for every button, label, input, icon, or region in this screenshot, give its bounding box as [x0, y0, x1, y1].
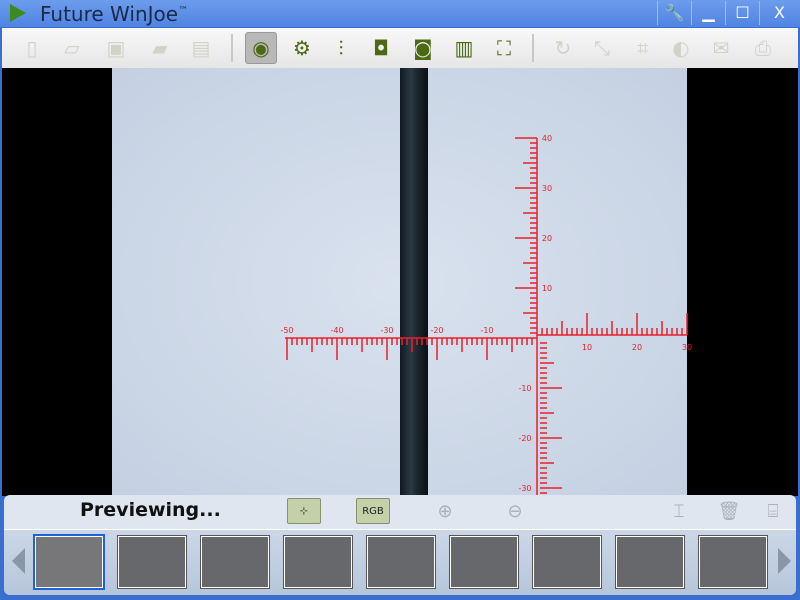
- rotate-icon: ↻: [554, 36, 572, 60]
- contrast-button[interactable]: ◐: [665, 32, 697, 64]
- webcam-button[interactable]: ◉: [245, 32, 277, 64]
- compare-button[interactable]: ⌶: [662, 498, 696, 524]
- crop-icon: ⌗: [637, 36, 649, 60]
- window-title: Future WinJoe™: [40, 2, 188, 26]
- burst-camera-button[interactable]: ◙: [407, 32, 439, 64]
- trademark: ™: [178, 5, 189, 17]
- fullscreen-icon: ⛶: [497, 36, 511, 60]
- zoom-in-button[interactable]: ⊕: [428, 498, 462, 524]
- email-button[interactable]: ✉: [705, 32, 737, 64]
- contrast-icon: ◐: [672, 36, 690, 60]
- camera-icon: ◘: [373, 36, 389, 60]
- reticle-label: -50: [280, 326, 293, 335]
- delete-all-icon: ⌸: [767, 500, 779, 522]
- title-text: Future WinJoe: [40, 2, 179, 26]
- sliders-icon: ⫶: [338, 36, 344, 60]
- crop-button[interactable]: ⌗: [627, 32, 659, 64]
- save-as-icon: ▣: [106, 36, 126, 60]
- reticle-toggle-icon: ⊹: [299, 505, 309, 517]
- webcam-icon: ◉: [252, 36, 270, 60]
- copy-button[interactable]: ▱: [56, 32, 88, 64]
- reticle-label: -10: [480, 326, 493, 335]
- reticle-label: 40: [542, 134, 552, 143]
- save-button[interactable]: ▤: [185, 32, 217, 64]
- thumbnail-strip: [4, 529, 796, 595]
- burst-camera-icon: ◙: [413, 36, 433, 60]
- wrench-icon: 🔧: [664, 3, 685, 22]
- sliders-button[interactable]: ⫶: [325, 32, 357, 64]
- video-icon: ▥: [454, 36, 474, 60]
- open-folder-icon: ▰: [152, 36, 168, 60]
- thumbnail[interactable]: [117, 535, 187, 589]
- status-text: Previewing...: [80, 499, 221, 521]
- reticle-label: -30: [518, 484, 531, 493]
- email-icon: ✉: [712, 36, 730, 60]
- close-button[interactable]: X: [759, 1, 799, 25]
- save-as-button[interactable]: ▣: [100, 32, 132, 64]
- bottom-panel: Previewing... ⊹ RGB ⊕ ⊖ ⌶ 🗑 ⌸: [4, 495, 796, 595]
- thumbnail[interactable]: [615, 535, 685, 589]
- camera-button[interactable]: ◘: [365, 32, 397, 64]
- delete-button[interactable]: 🗑: [712, 498, 746, 524]
- rgb-button[interactable]: RGB: [356, 498, 390, 524]
- video-preview[interactable]: -50 -40 -30 -20 -10 10 20 30 10 20 30 40 -10 -20 -30: [2, 68, 798, 496]
- reticle-label: 10: [542, 284, 552, 293]
- thumbnail[interactable]: [449, 535, 519, 589]
- reticle-label: 20: [542, 234, 552, 243]
- rgb-icon: RGB: [362, 505, 384, 517]
- open-folder-button[interactable]: ▰: [144, 32, 176, 64]
- zoom-out-icon: ⊖: [507, 500, 523, 522]
- gear-button[interactable]: ⚙: [286, 32, 318, 64]
- thumbnail[interactable]: [33, 534, 105, 590]
- zoom-in-icon: ⊕: [437, 500, 453, 522]
- settings-wrench-button[interactable]: 🔧: [657, 1, 691, 25]
- copy-icon: ▱: [64, 36, 80, 60]
- thumbnail[interactable]: [532, 535, 602, 589]
- print-icon: ⎙: [755, 36, 771, 60]
- gear-icon: ⚙: [293, 36, 311, 60]
- thumbnail[interactable]: [200, 535, 270, 589]
- print-button[interactable]: ⎙: [747, 32, 779, 64]
- video-button[interactable]: ▥: [448, 32, 480, 64]
- new-file-button[interactable]: ▯: [16, 32, 48, 64]
- reticle-label: -40: [330, 326, 343, 335]
- reticle-label: 30: [542, 184, 552, 193]
- scroll-right-arrow-icon[interactable]: [778, 548, 791, 574]
- thumbnail[interactable]: [366, 535, 436, 589]
- reticle-label: -30: [380, 326, 393, 335]
- reticle-label: 20: [632, 343, 642, 352]
- resize-icon: ⤡: [594, 36, 610, 60]
- measurement-reticle: -50 -40 -30 -20 -10 10 20 30 10 20 30 40 -10 -20 -30: [280, 134, 692, 496]
- toolbar-separator: [231, 34, 233, 62]
- save-icon: ▤: [191, 36, 211, 60]
- title-bar: Future WinJoe™ 🔧 ▁ ☐ X: [0, 0, 800, 27]
- app-logo-icon: [10, 4, 26, 22]
- fullscreen-button[interactable]: ⛶: [488, 32, 520, 64]
- thumbnail[interactable]: [698, 535, 768, 589]
- reticle-label: -10: [518, 384, 531, 393]
- reticle-label: -20: [518, 434, 531, 443]
- reticle-toggle-button[interactable]: ⊹: [287, 498, 321, 524]
- reticle-label: 30: [682, 343, 692, 352]
- reticle-label: -20: [430, 326, 443, 335]
- delete-icon: 🗑: [717, 500, 741, 522]
- scroll-left-arrow-icon[interactable]: [12, 548, 25, 574]
- minimize-button[interactable]: ▁: [691, 1, 725, 25]
- compare-icon: ⌶: [673, 500, 685, 522]
- reticle-label: 10: [582, 343, 592, 352]
- toolbar-separator: [532, 34, 534, 62]
- zoom-out-button[interactable]: ⊖: [498, 498, 532, 524]
- rotate-button[interactable]: ↻: [547, 32, 579, 64]
- maximize-button[interactable]: ☐: [725, 1, 759, 25]
- resize-button[interactable]: ⤡: [586, 32, 618, 64]
- new-file-icon: ▯: [26, 36, 38, 60]
- thumbnail[interactable]: [283, 535, 353, 589]
- toolbar: ▯ ▱ ▣ ▰ ▤ ◉ ⚙ ⫶ ◘ ◙ ▥ ⛶ ↻ ⤡ ⌗ ◐ ✉ ⎙: [2, 28, 798, 68]
- delete-all-button[interactable]: ⌸: [756, 498, 790, 524]
